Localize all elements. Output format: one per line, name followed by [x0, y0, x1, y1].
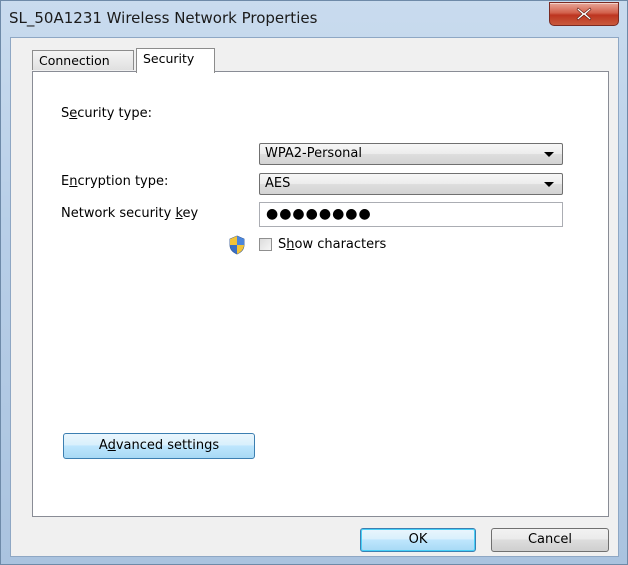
window-title: SL_50A1231 Wireless Network Properties [9, 9, 318, 27]
encryption-type-label: Encryption type: [61, 174, 168, 189]
network-key-input[interactable]: ●●●●●●●● [259, 202, 563, 227]
tab-security[interactable]: Security [136, 48, 215, 73]
label-part: vanced settings [115, 438, 220, 453]
label-part: A [98, 438, 108, 453]
chevron-down-icon [544, 152, 554, 157]
title-bar[interactable]: SL_50A1231 Wireless Network Properties [1, 1, 627, 37]
cancel-button[interactable]: Cancel [491, 528, 609, 552]
label-part: cryption type: [77, 174, 169, 189]
label-part: E [61, 174, 70, 189]
security-tab-panel: Security type: WPA2-Personal Encryption … [32, 71, 609, 517]
network-key-label: Network security key [61, 206, 198, 221]
dialog-client-area: Connection Security Security type: WPA2-… [10, 37, 619, 557]
access-key: k [175, 206, 183, 221]
chevron-down-icon [544, 182, 554, 187]
tab-connection[interactable]: Connection [32, 50, 134, 70]
properties-window: SL_50A1231 Wireless Network Properties C… [0, 0, 628, 565]
show-characters-label[interactable]: Show characters [278, 237, 386, 252]
access-key: h [286, 237, 295, 252]
access-key: d [107, 438, 116, 453]
security-type-dropdown[interactable]: WPA2-Personal [259, 143, 563, 165]
label-part: curity type: [77, 106, 152, 121]
close-icon [576, 7, 592, 21]
security-type-value: WPA2-Personal [265, 146, 362, 161]
ok-button[interactable]: OK [360, 528, 476, 552]
encryption-type-value: AES [265, 176, 291, 191]
advanced-settings-button[interactable]: Advanced settings [63, 433, 255, 459]
security-type-label: Security type: [61, 106, 152, 121]
show-characters-checkbox[interactable] [259, 238, 272, 251]
encryption-type-dropdown[interactable]: AES [259, 173, 563, 195]
label-part: ey [182, 206, 199, 221]
uac-shield-icon [229, 235, 245, 255]
label-part: ow characters [294, 237, 387, 252]
label-part: Network security [61, 206, 176, 221]
close-button[interactable] [549, 2, 619, 26]
